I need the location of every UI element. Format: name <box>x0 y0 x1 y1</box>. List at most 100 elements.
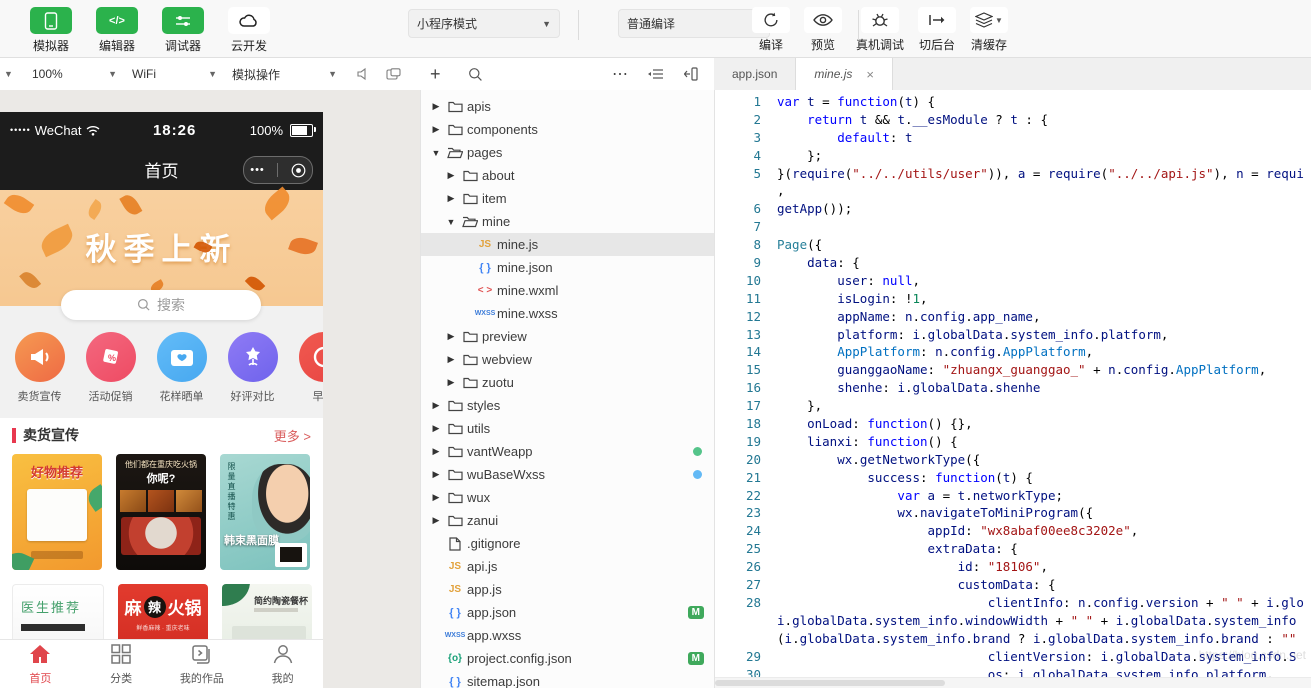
tab-mine-js[interactable]: mine.js × <box>796 58 893 91</box>
chevron-right-icon[interactable]: ▶ <box>444 331 458 342</box>
simulate-ops-select[interactable]: 模拟操作▼ <box>232 58 337 90</box>
code-text: }(require("../../utils/user")), a = requ… <box>777 165 1311 183</box>
chevron-right-icon[interactable]: ▶ <box>444 170 458 181</box>
card-hotpot[interactable]: 他们都在重庆吃火锅 你呢? <box>116 454 206 570</box>
tree-item-vantWeapp[interactable]: ▶vantWeapp <box>421 440 714 463</box>
bug-icon <box>861 7 899 33</box>
tree-item-mine.json[interactable]: { }mine.json <box>421 256 714 279</box>
hide-panel-icon[interactable] <box>684 58 699 90</box>
folder-open-icon <box>443 146 467 159</box>
action-realdevice-button[interactable]: 真机调试 <box>856 7 904 53</box>
chevron-down-icon[interactable]: ▼ <box>444 217 458 227</box>
code-line: 20 wx.getNetworkType({ <box>715 451 1311 469</box>
chevron-right-icon[interactable]: ▶ <box>429 124 443 135</box>
card-doctor[interactable]: 医生推荐 <box>12 584 104 646</box>
chevron-right-icon[interactable]: ▶ <box>429 492 443 503</box>
toolbar-cloud-button[interactable]: 云开发 <box>228 7 270 54</box>
tab-app-json[interactable]: app.json <box>714 58 796 90</box>
tree-item-app.js[interactable]: JSapp.js <box>421 578 714 601</box>
menu-item-花样晒单[interactable]: 花样晒单 <box>146 332 217 404</box>
tree-item-sitemap.json[interactable]: { }sitemap.json <box>421 670 714 688</box>
card-mask[interactable]: 限量直播特惠 韩束黑面膜 <box>220 454 310 570</box>
chevron-down-icon: ▼ <box>328 69 337 79</box>
tree-item-app.wxss[interactable]: WXSSapp.wxss <box>421 624 714 647</box>
tree-item-item[interactable]: ▶item <box>421 187 714 210</box>
tree-item-utils[interactable]: ▶utils <box>421 417 714 440</box>
menu-item-好评对比[interactable]: 好评对比 <box>217 332 288 404</box>
action-clearcache-button[interactable]: ▼清缓存 <box>970 7 1008 53</box>
tree-item-webview[interactable]: ▶webview <box>421 348 714 371</box>
chevron-right-icon[interactable]: ▶ <box>429 446 443 457</box>
card-cup[interactable]: 简约陶瓷餐杯 <box>222 584 312 644</box>
zoom-select[interactable]: 100%▼ <box>32 58 117 90</box>
compile-select[interactable]: 普通编译 ▼ <box>618 9 770 38</box>
rotate-screen-icon[interactable] <box>386 58 401 90</box>
tree-item-wux[interactable]: ▶wux <box>421 486 714 509</box>
chevron-right-icon[interactable]: ▶ <box>429 469 443 480</box>
menu-item-早晚[interactable]: 早晚 <box>288 332 323 404</box>
tree-item-wuBaseWxss[interactable]: ▶wuBaseWxss <box>421 463 714 486</box>
tree-item-apis[interactable]: ▶apis <box>421 95 714 118</box>
tree-item-mine.wxss[interactable]: WXSSmine.wxss <box>421 302 714 325</box>
tree-item-styles[interactable]: ▶styles <box>421 394 714 417</box>
more-actions-icon[interactable]: ⋯ <box>612 58 629 90</box>
search-icon[interactable] <box>468 58 483 90</box>
code-line: 26 id: "18106", <box>715 558 1311 576</box>
action-background-button[interactable]: 切后台 <box>918 7 956 53</box>
menu-dots-icon[interactable]: ••• <box>250 164 265 176</box>
network-select[interactable]: WiFi▼ <box>132 58 217 90</box>
mute-icon[interactable] <box>356 58 370 90</box>
card-mala[interactable]: 麻 辣 火锅 鲜香麻辣 · 重庆老味 <box>118 584 208 644</box>
chevron-right-icon[interactable]: ▶ <box>444 354 458 365</box>
tabbar-item-我的[interactable]: 我的 <box>242 640 323 688</box>
tree-item-zuotu[interactable]: ▶zuotu <box>421 371 714 394</box>
tree-item-mine[interactable]: ▼mine <box>421 210 714 233</box>
card-haowu[interactable]: 好物推荐 <box>12 454 102 570</box>
collapse-folders-icon[interactable] <box>648 58 664 90</box>
close-icon[interactable]: × <box>866 67 874 82</box>
tree-item-preview[interactable]: ▶preview <box>421 325 714 348</box>
tree-item-mine.js[interactable]: JSmine.js <box>421 233 714 256</box>
add-file-button[interactable]: + <box>430 58 441 90</box>
action-preview-button[interactable]: 预览 <box>804 7 842 53</box>
toolbar-debugger-button[interactable]: 调试器 <box>162 7 204 54</box>
tabbar-item-首页[interactable]: 首页 <box>0 640 81 688</box>
menu-item-卖货宣传[interactable]: 卖货宣传 <box>4 332 75 404</box>
line-number: 20 <box>715 451 777 469</box>
tabbar-item-我的作品[interactable]: 我的作品 <box>162 640 243 688</box>
toolbar-simulator-button[interactable]: 模拟器 <box>30 7 72 54</box>
code-editor[interactable]: 1var t = function(t) {2 return t && t.__… <box>714 90 1311 688</box>
device-select-chevron[interactable]: ▼ <box>4 58 13 90</box>
tree-item-.gitignore[interactable]: .gitignore <box>421 532 714 555</box>
chevron-right-icon[interactable]: ▶ <box>429 423 443 434</box>
tree-item-api.js[interactable]: JSapi.js <box>421 555 714 578</box>
tree-item-pages[interactable]: ▼pages <box>421 141 714 164</box>
tree-item-zanui[interactable]: ▶zanui <box>421 509 714 532</box>
line-number: 14 <box>715 343 777 361</box>
scrollbar-thumb[interactable] <box>715 680 945 686</box>
search-input[interactable]: 搜索 <box>61 290 261 320</box>
mode-select[interactable]: 小程序模式 ▼ <box>408 9 560 38</box>
folder-icon <box>443 399 467 412</box>
tree-item-components[interactable]: ▶components <box>421 118 714 141</box>
horizontal-scrollbar[interactable] <box>715 677 1311 688</box>
promo-banner[interactable]: 秋季上新 <box>0 190 323 306</box>
chevron-right-icon[interactable]: ▶ <box>429 515 443 526</box>
tree-item-about[interactable]: ▶about <box>421 164 714 187</box>
chevron-right-icon[interactable]: ▶ <box>444 377 458 388</box>
toolbar-editor-button[interactable]: </>编辑器 <box>96 7 138 54</box>
tabbar-item-分类[interactable]: 分类 <box>81 640 162 688</box>
chevron-right-icon[interactable]: ▶ <box>444 193 458 204</box>
menu-item-活动促销[interactable]: %活动促销 <box>75 332 146 404</box>
chevron-down-icon[interactable]: ▼ <box>429 148 443 158</box>
capsule-menu[interactable]: ••• <box>243 156 313 184</box>
action-compile-button[interactable]: 编译 <box>752 7 790 53</box>
chevron-right-icon[interactable]: ▶ <box>429 400 443 411</box>
tree-item-mine.wxml[interactable]: < >mine.wxml <box>421 279 714 302</box>
chevron-right-icon[interactable]: ▶ <box>429 101 443 112</box>
more-link[interactable]: 更多 > <box>274 426 311 445</box>
tree-item-project.config.json[interactable]: {o}project.config.jsonM <box>421 647 714 670</box>
tree-item-label: api.js <box>467 559 497 574</box>
home-capsule-icon[interactable] <box>291 163 306 178</box>
tree-item-app.json[interactable]: { }app.jsonM <box>421 601 714 624</box>
